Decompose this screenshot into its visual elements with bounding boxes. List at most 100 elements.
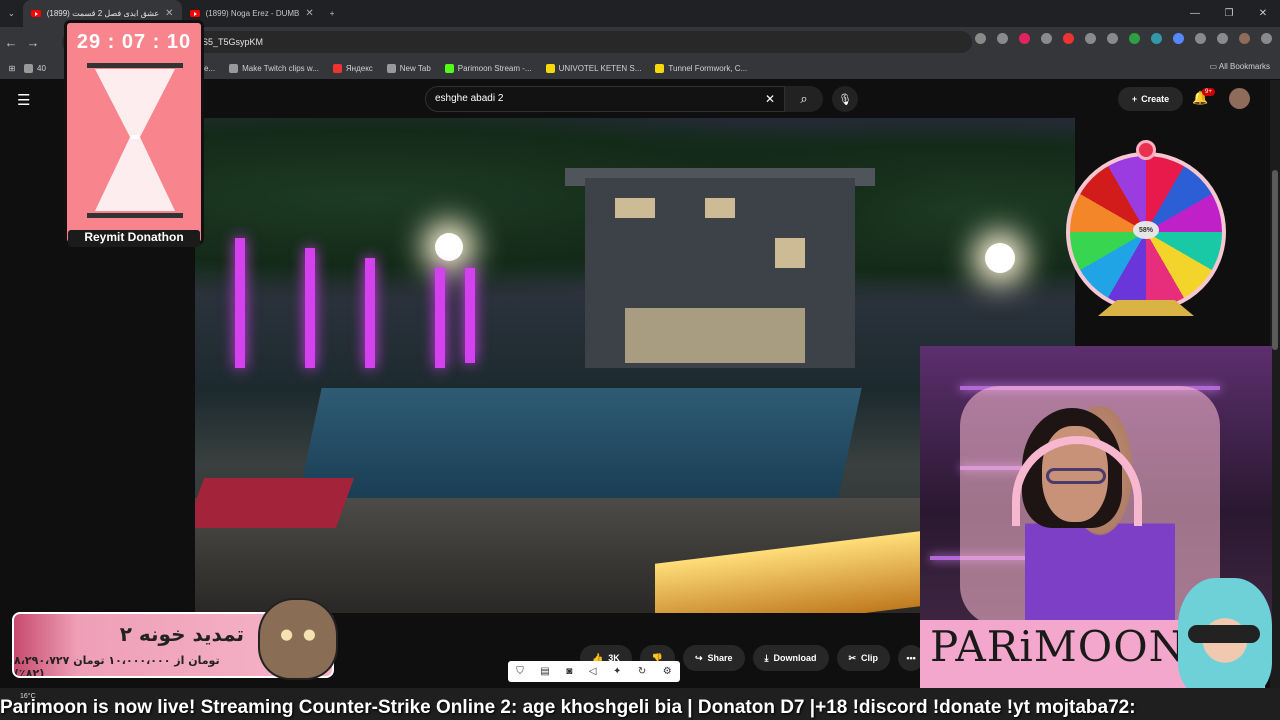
scissors-icon: ✂ [848,652,857,663]
restore-icon[interactable]: ❐ [1212,0,1246,27]
video-window [625,308,805,363]
refresh-icon[interactable]: ↻ [638,666,646,677]
clear-search-icon[interactable]: ✕ [765,92,775,106]
video-purple-light [435,268,445,368]
extension-icon[interactable] [1019,33,1030,44]
youtube-favicon-icon [30,10,41,17]
install-icon[interactable] [975,33,986,44]
cat-mascot [258,598,338,680]
avatar[interactable] [1229,88,1250,109]
bookmark-label: Tunnel Formwork, C... [668,63,748,73]
video-purple-light [305,248,315,368]
apps-grid-icon[interactable]: ⊞ [0,64,24,73]
menu-icon[interactable]: ☰ [17,91,30,109]
clip-label: Clip [861,653,879,663]
extension-icon[interactable] [1129,33,1140,44]
video-window [615,198,655,218]
goal-title: تمدید خونه ۲ [119,622,244,646]
extension-icon[interactable] [1063,33,1074,44]
minimize-icon[interactable]: — [1178,0,1212,27]
bookmark-item[interactable]: 40 [24,63,46,73]
youtube-favicon-icon [189,10,200,17]
create-button[interactable]: + Create [1118,87,1183,111]
tab-title: (1899) عشق ابدی فصل 2 قسمت [46,9,160,18]
search-button[interactable]: ⌕ [785,86,823,112]
star-icon[interactable] [997,33,1008,44]
reading-list-icon[interactable] [1217,33,1228,44]
bookmark-item[interactable]: Tunnel Formwork, C... [655,63,748,73]
video-sunbed [195,478,355,528]
stream-ticker: Parimoon is now live! Streaming Counter-… [0,697,1136,718]
close-tab-icon[interactable]: ✕ [305,8,313,19]
mascot-sunglasses [1188,625,1260,643]
plus-icon: + [329,9,335,18]
bookmark-item[interactable]: New Tab [386,63,431,73]
video-purple-light [235,238,245,368]
capture-toolbar: ⛉ ▤ ◙ ◁ ✦ ↻ ⚙ [508,661,680,682]
search-icon: ⌕ [800,91,808,106]
share-icon: ↪ [694,652,703,663]
donathon-timer: 29 : 07 : 10 [64,20,204,245]
video-pool [298,388,862,498]
camera-icon[interactable]: ◙ [566,666,572,677]
goal-progress-text: ۸،۲۹۰،۷۲۷ تومان از ۱۰،۰۰۰،۰۰۰ تومان (۸۲٪… [14,654,220,678]
shield-icon[interactable]: ⛉ [516,666,524,677]
plus-icon: + [1131,94,1138,104]
profile-avatar[interactable] [1239,33,1250,44]
forward-icon[interactable]: → [22,35,44,50]
extension-icon[interactable] [1151,33,1162,44]
folder-icon: ▭ [1209,62,1219,71]
notification-badge: 9+ [1202,88,1215,96]
bookmark-item[interactable]: UNIVOTEL KETEN S... [545,63,642,73]
extension-icon[interactable] [1085,33,1096,44]
hourglass-icon [95,69,175,139]
menu-dots-icon[interactable] [1261,33,1272,44]
video-lamp [985,243,1015,273]
triangle-icon [229,63,239,73]
s-icon [655,63,665,73]
share-button[interactable]: ↪ Share [682,645,745,671]
video-window [775,238,805,268]
new-tab-button[interactable]: + [322,0,343,27]
extension-icon[interactable] [1173,33,1184,44]
bookmark-item[interactable]: Яндекс [332,63,373,73]
download-label: Download [773,653,817,663]
hourglass-sand [95,135,175,211]
all-bookmarks-button[interactable]: ▭ All Bookmarks [1210,62,1270,71]
bookmark-item[interactable]: Make Twitch clips w... [229,63,319,73]
pin-icon[interactable]: ✦ [613,666,621,677]
extension-icon[interactable] [1041,33,1052,44]
bookmark-item[interactable]: Parimoon Stream -... [444,63,532,73]
more-icon: ••• [906,653,916,663]
search-input[interactable]: eshghe abadi 2 ✕ [425,86,785,112]
scrollbar-thumb[interactable] [1272,170,1278,350]
bookmark-label: Яндекс [345,63,373,73]
voice-search-button[interactable]: 🎙 [832,86,858,112]
window-controls: — ❐ ✕ [1178,0,1280,27]
close-tab-icon[interactable]: ✕ [165,8,173,19]
tab-list-button[interactable]: ⌄ [0,0,23,27]
clapper-icon[interactable]: ▤ [540,666,549,677]
wheel-center-label: 58% [1133,221,1159,239]
settings-icon[interactable]: ⚙ [663,666,672,677]
video-lamp [435,233,463,261]
extension-icon[interactable] [1107,33,1118,44]
speaker-icon[interactable]: ◁ [589,666,597,677]
close-window-icon[interactable]: ✕ [1246,0,1280,27]
bookmark-label: 40 [37,63,46,73]
puzzle-icon[interactable] [1195,33,1206,44]
timer-value: 29 : 07 : 10 [76,31,192,53]
back-icon[interactable]: ← [0,35,22,50]
globe-icon [386,63,396,73]
download-icon: ⤓ [764,652,769,663]
bookmark-label: Parimoon Stream -... [457,63,532,73]
bookmark-label: New Tab [399,63,431,73]
video-purple-light [465,268,475,363]
s-icon [545,63,555,73]
hourglass-top-bar [87,63,183,68]
timer-label: Reymit Donathon [68,230,200,247]
clip-button[interactable]: ✂ Clip [836,645,891,671]
url-text: S5_T5GsypKM [202,37,264,47]
download-button[interactable]: ⤓ Download [752,645,829,671]
bookmark-label: UNIVOTEL KETEN S... [558,63,642,73]
